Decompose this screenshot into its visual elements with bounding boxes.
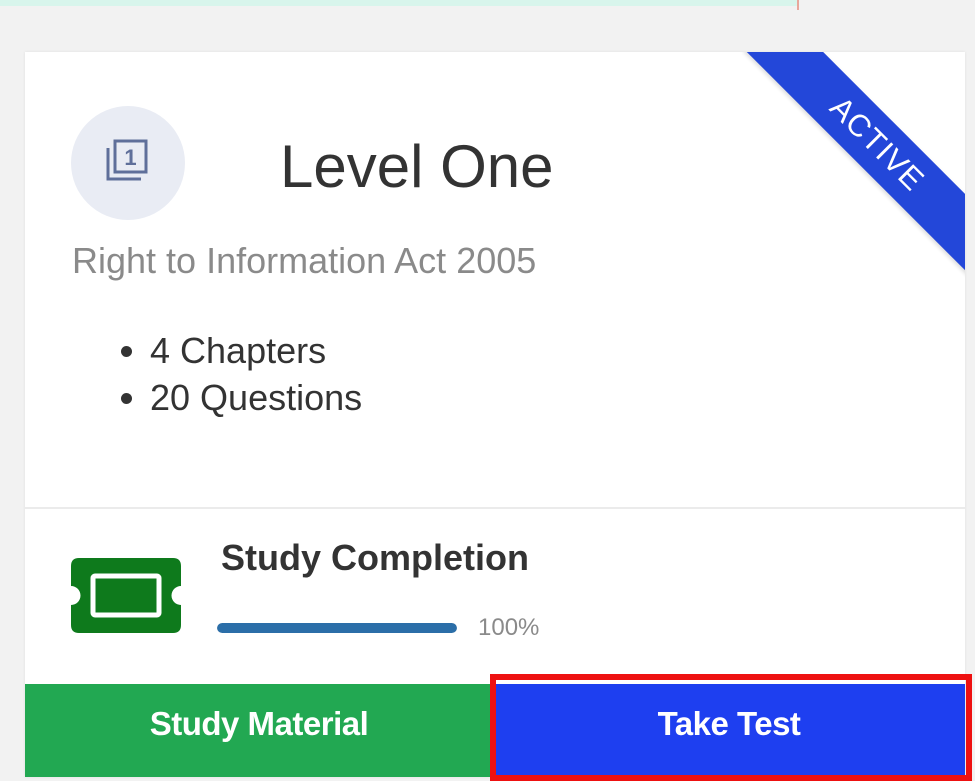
section-divider — [25, 507, 965, 509]
top-strip — [0, 0, 797, 6]
stat-chapters: 4 Chapters — [150, 327, 362, 374]
svg-text:1: 1 — [124, 145, 136, 170]
status-ribbon: ACTIVE — [735, 52, 965, 282]
stat-questions: 20 Questions — [150, 374, 362, 421]
level-card: ACTIVE 1 Level One Right to Information … — [25, 52, 965, 777]
course-subtitle: Right to Information Act 2005 — [72, 240, 537, 281]
stats-list: 4 Chapters 20 Questions — [100, 327, 362, 421]
completion-label: Study Completion — [221, 537, 529, 578]
progress-percent: 100% — [478, 614, 540, 641]
ticket-icon — [71, 558, 181, 633]
study-material-button[interactable]: Study Material — [25, 684, 493, 777]
take-test-button[interactable]: Take Test — [493, 684, 965, 777]
level-icon: 1 — [71, 106, 185, 220]
level-title: Level One — [280, 133, 554, 200]
book-level-one-icon: 1 — [106, 139, 148, 181]
top-strip-divider — [797, 0, 799, 10]
progress-bar — [217, 623, 457, 633]
progress-bar-fill — [217, 623, 457, 633]
status-ribbon-label: ACTIVE — [744, 52, 965, 277]
